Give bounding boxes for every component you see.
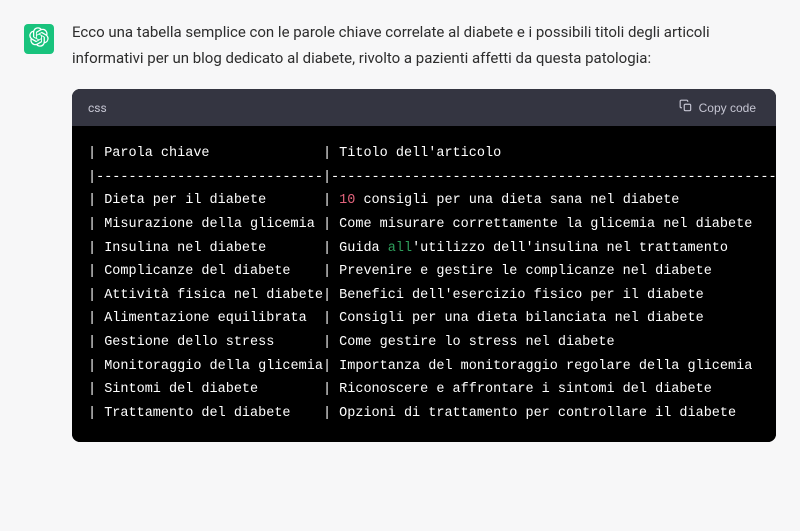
code-header: css Copy code <box>72 89 776 126</box>
code-language-label: css <box>88 101 107 115</box>
code-body[interactable]: | Parola chiave | Titolo dell'articolo |… <box>72 126 776 442</box>
copy-code-label: Copy code <box>699 101 756 115</box>
assistant-message: Ecco una tabella semplice con le parole … <box>24 20 776 442</box>
intro-paragraph: Ecco una tabella semplice con le parole … <box>72 20 776 71</box>
assistant-avatar <box>24 24 54 54</box>
code-content: | Parola chiave | Titolo dell'articolo |… <box>88 142 760 426</box>
message-content: Ecco una tabella semplice con le parole … <box>72 20 776 442</box>
copy-code-button[interactable]: Copy code <box>675 97 760 118</box>
openai-logo-icon <box>29 27 49 51</box>
clipboard-icon <box>679 99 693 116</box>
code-block: css Copy code | Parola chiave | Titolo d… <box>72 89 776 442</box>
